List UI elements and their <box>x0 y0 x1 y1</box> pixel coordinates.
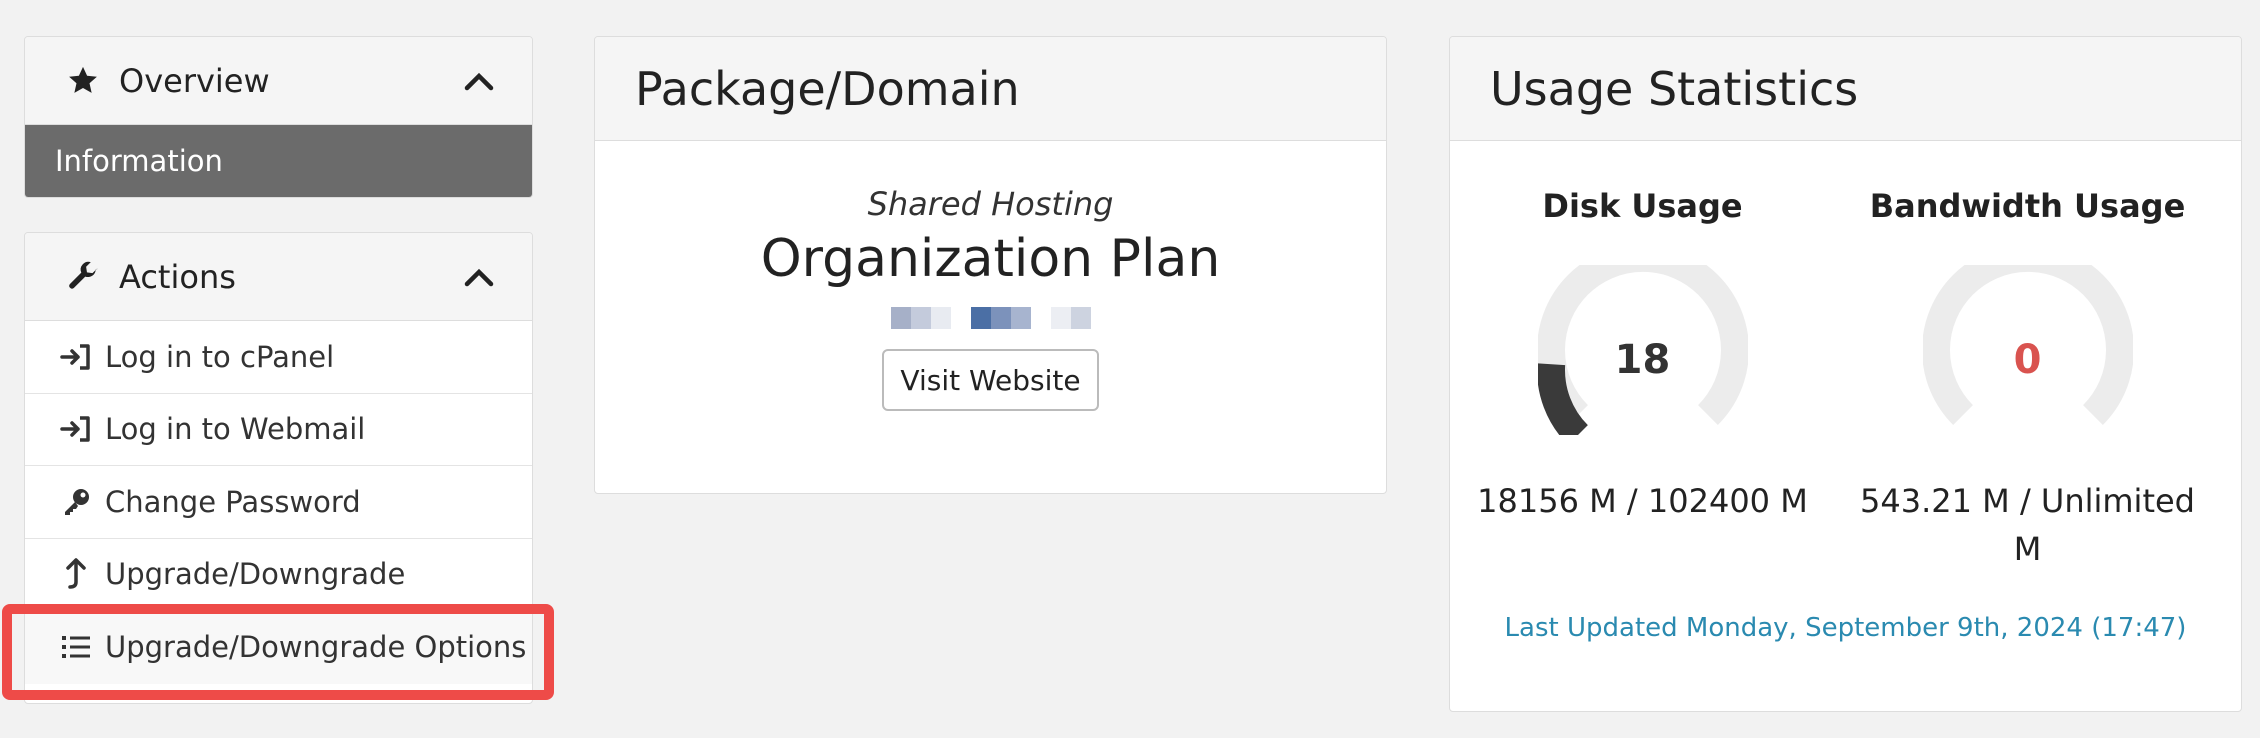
arrow-up-icon <box>57 557 95 591</box>
key-icon <box>57 485 95 519</box>
disk-usage-gauge: 18 <box>1537 265 1748 435</box>
bandwidth-usage-text: 543.21 M / Unlimited M <box>1860 482 2195 568</box>
sidebar-item-information[interactable]: Information <box>25 125 532 197</box>
bandwidth-usage-label: Bandwidth Usage <box>1869 187 2186 225</box>
chevron-up-icon[interactable] <box>462 64 496 98</box>
action-login-webmail[interactable]: Log in to Webmail <box>25 394 532 466</box>
package-type: Shared Hosting <box>867 185 1114 223</box>
star-icon <box>63 61 103 101</box>
disk-usage-text: 18156 M / 102400 M <box>1477 482 1808 520</box>
list-icon <box>57 630 95 664</box>
wrench-icon <box>63 257 103 297</box>
action-label: Change Password <box>105 484 361 519</box>
action-upgrade-downgrade[interactable]: Upgrade/Downgrade <box>25 539 532 611</box>
actions-panel: Actions Log in to cPanel Log in to Webma… <box>24 232 533 704</box>
package-panel: Package/Domain Shared Hosting Organizati… <box>594 36 1387 494</box>
sign-in-icon <box>57 340 95 374</box>
actions-panel-header[interactable]: Actions <box>25 233 532 321</box>
overview-panel-header[interactable]: Overview <box>25 37 532 125</box>
chevron-up-icon[interactable] <box>462 260 496 294</box>
usage-panel-title: Usage Statistics <box>1450 37 2241 141</box>
usage-panel: Usage Statistics Disk Usage 18 18156 M /… <box>1449 36 2242 712</box>
action-label: Log in to Webmail <box>105 412 366 447</box>
last-updated-text: Last Updated Monday, September 9th, 2024… <box>1504 613 2187 643</box>
package-panel-title: Package/Domain <box>595 37 1386 141</box>
redacted-domain <box>595 307 1386 329</box>
overview-panel: Overview Information <box>24 36 533 198</box>
action-login-cpanel[interactable]: Log in to cPanel <box>25 321 532 394</box>
action-upgrade-downgrade-options[interactable]: Upgrade/Downgrade Options <box>25 611 532 684</box>
action-label: Log in to cPanel <box>105 339 335 374</box>
bandwidth-usage-value: 0 <box>2013 337 2042 383</box>
sign-in-icon <box>57 412 95 446</box>
disk-usage-value: 18 <box>1614 337 1671 383</box>
bandwidth-usage-gauge: 0 <box>1922 265 2133 435</box>
action-change-password[interactable]: Change Password <box>25 466 532 539</box>
disk-usage-section: Disk Usage 18 18156 M / 102400 M <box>1450 141 1835 573</box>
action-label: Upgrade/Downgrade Options <box>105 630 527 665</box>
disk-usage-label: Disk Usage <box>1542 187 1743 225</box>
visit-website-button[interactable]: Visit Website <box>882 349 1099 411</box>
action-label: Upgrade/Downgrade <box>105 557 406 592</box>
bandwidth-usage-section: Bandwidth Usage 0 543.21 M / Unlimited M <box>1835 141 2220 573</box>
overview-title: Overview <box>119 61 270 100</box>
package-plan: Organization Plan <box>760 229 1221 289</box>
actions-title: Actions <box>119 257 236 296</box>
